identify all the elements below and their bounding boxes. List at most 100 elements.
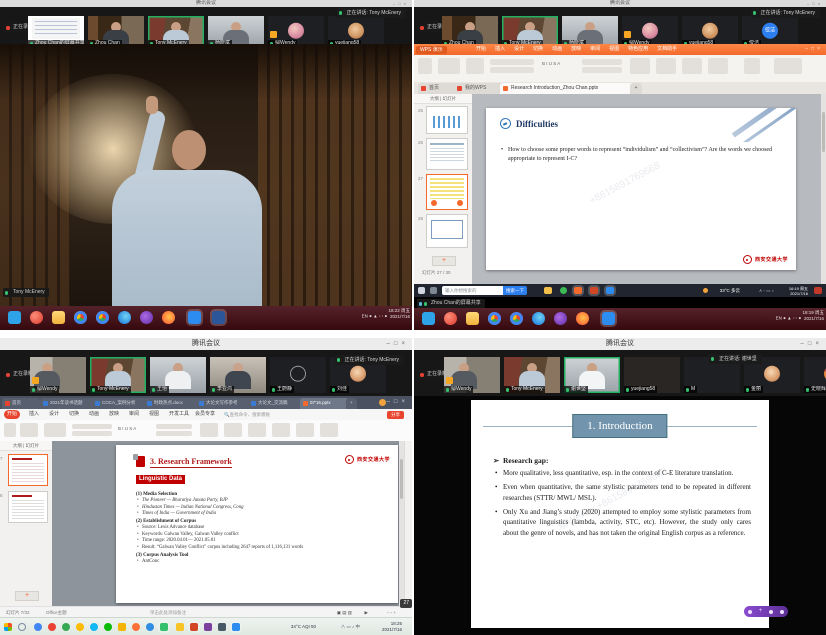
edge-icon[interactable] xyxy=(532,312,545,325)
participant-tile[interactable]: 鄢Wendy xyxy=(622,16,678,47)
chrome-icon[interactable] xyxy=(74,311,87,324)
powerpoint-icon[interactable] xyxy=(590,287,598,294)
doc-tab-home[interactable]: 首页 xyxy=(418,83,459,94)
participant-tile[interactable]: Zhou Chan xyxy=(88,16,144,47)
app-icon[interactable] xyxy=(34,623,42,631)
start-button[interactable] xyxy=(8,311,21,324)
participant-tile[interactable]: 史晓辉 xyxy=(804,357,826,393)
app-icon[interactable] xyxy=(554,312,567,325)
word-icon[interactable] xyxy=(212,311,225,324)
tray-icons[interactable]: ∧ ▭ ♪ 中 xyxy=(341,624,360,630)
slide-thumbnail[interactable]: 25 xyxy=(426,106,468,134)
new-slide-button[interactable] xyxy=(438,58,460,74)
presenter-floating-toolbar[interactable]: + xyxy=(744,606,788,617)
edge-icon[interactable] xyxy=(118,311,131,324)
doc-tab[interactable]: 大论文_交流稿 xyxy=(248,398,308,410)
doc-tab[interactable]: 时政热点.docx xyxy=(144,398,204,410)
system-tray[interactable]: EN ● ▲ ◦ ◦ ● 18:22 周五2021/7/16 xyxy=(362,308,410,319)
prev-button[interactable] xyxy=(431,200,437,206)
wps-menu[interactable]: 开始插入设计切换动画放映审阅视图特色应用文档助手 xyxy=(476,44,677,55)
qq-icon[interactable] xyxy=(90,623,98,631)
bold-italic-buttons[interactable]: B I U S A xyxy=(542,61,560,66)
firefox-icon[interactable] xyxy=(162,311,175,324)
font-size-select[interactable] xyxy=(490,67,534,73)
tencent-meeting-icon[interactable] xyxy=(606,287,614,294)
window-titlebar[interactable]: 腾讯会议 –□× xyxy=(0,338,412,350)
participant-tile[interactable]: 王怡 xyxy=(150,357,206,393)
font-size-select[interactable] xyxy=(72,431,112,436)
participant-tile-active[interactable]: Tony McEnery xyxy=(502,16,558,47)
window-controls[interactable]: –□× xyxy=(393,0,409,7)
tool-dot-icon[interactable] xyxy=(769,610,773,614)
ribbon-tab[interactable]: 切换 xyxy=(66,410,82,419)
paragraph-group[interactable] xyxy=(582,59,622,65)
align-group[interactable] xyxy=(156,431,192,436)
participant-tile-screenshare[interactable]: Zhou Chan的屏幕共享 xyxy=(28,16,84,47)
file-explorer-icon[interactable] xyxy=(544,287,552,294)
participant-tile-active[interactable]: Tony McEnery xyxy=(90,357,146,393)
ribbon-tab-home[interactable]: 开始 xyxy=(4,410,20,419)
chrome-icon[interactable] xyxy=(510,312,523,325)
language-indicator[interactable]: EN xyxy=(362,314,368,319)
layout-button[interactable] xyxy=(466,58,484,74)
right-tool-strip[interactable] xyxy=(404,441,412,606)
new-tab-button[interactable]: + xyxy=(346,398,357,410)
doc-tab-active[interactable]: Research Introduction_Zhou Chan.pptx× xyxy=(500,83,641,94)
wps-window-controls[interactable]: –□× xyxy=(387,396,409,409)
ribbon-tab[interactable]: 会员专享 xyxy=(192,410,218,419)
find-button[interactable] xyxy=(296,423,314,437)
slide-thumbnail-selected[interactable]: 27 xyxy=(426,174,468,210)
chart-button[interactable] xyxy=(248,423,266,437)
tool-dot-icon[interactable] xyxy=(780,610,784,614)
participant-tile[interactable]: yuejiang58 xyxy=(624,357,680,393)
paste-button[interactable] xyxy=(418,58,432,74)
participant-tile[interactable]: Tony McEnery xyxy=(504,357,560,393)
task-view-icon[interactable] xyxy=(430,287,437,294)
app-icon[interactable] xyxy=(176,623,184,631)
notification-icon[interactable] xyxy=(814,287,822,294)
search-icon[interactable] xyxy=(18,623,26,631)
align-group[interactable] xyxy=(582,67,622,73)
account-avatar[interactable] xyxy=(379,399,386,406)
wps-window-controls[interactable]: –□× xyxy=(805,44,823,55)
app-icon[interactable] xyxy=(62,623,70,631)
format-painter-button[interactable] xyxy=(20,423,38,437)
ribbon-tab[interactable]: 插入 xyxy=(26,410,42,419)
add-slide-button[interactable]: + xyxy=(432,256,456,266)
app-icon[interactable] xyxy=(218,623,226,631)
search-button[interactable]: 搜索一下 xyxy=(503,286,527,295)
app-icon[interactable] xyxy=(204,623,212,631)
tencent-meeting-icon[interactable] xyxy=(602,312,615,325)
next-button[interactable] xyxy=(457,200,463,206)
window-titlebar[interactable]: 腾讯会议 –□× xyxy=(414,338,826,350)
ribbon-tab[interactable]: 视图 xyxy=(146,410,162,419)
replace-button[interactable] xyxy=(320,423,338,437)
powerpoint-icon[interactable] xyxy=(190,623,198,631)
taskbar-search-input[interactable]: 输入你想搜索的 xyxy=(442,286,506,295)
new-tab-button[interactable]: + xyxy=(630,83,642,94)
menu-tab[interactable]: 开始 xyxy=(476,44,486,55)
app-icon-open[interactable] xyxy=(160,623,168,631)
annotate-plus-icon[interactable]: + xyxy=(759,606,763,617)
picture-button[interactable] xyxy=(656,58,676,74)
participant-tile[interactable]: 李亚鸿 xyxy=(210,357,266,393)
panel-tabs[interactable]: 大纲 | 幻灯片 xyxy=(0,441,52,451)
window-titlebar[interactable]: 腾讯会议 –□× xyxy=(0,0,412,7)
participant-tile[interactable]: yuejiang58 xyxy=(682,16,738,47)
font-select[interactable] xyxy=(490,59,534,65)
participant-tile-active[interactable]: Tony McEnery xyxy=(148,16,204,47)
vertical-scrollbar[interactable] xyxy=(821,94,826,284)
ribbon-tab[interactable]: 审阅 xyxy=(126,410,142,419)
edge-icon[interactable] xyxy=(146,623,154,631)
ribbon-tab[interactable]: 设计 xyxy=(46,410,62,419)
doc-tab[interactable]: 2021年读书话题 xyxy=(40,398,100,410)
window-controls[interactable]: –□× xyxy=(387,338,409,350)
share-doc-button[interactable] xyxy=(774,58,802,74)
slide-thumbnail[interactable]: 8 xyxy=(8,491,48,523)
app-icon[interactable] xyxy=(140,311,153,324)
ribbon-tab[interactable]: 开发工具 xyxy=(166,410,192,419)
doc-tab[interactable]: 我的WPS× xyxy=(454,83,505,94)
slide-thumbnail-selected[interactable]: 7 xyxy=(8,454,48,486)
participant-tile-active[interactable]: 谢世坚 xyxy=(564,357,620,393)
start-button[interactable] xyxy=(418,287,425,294)
